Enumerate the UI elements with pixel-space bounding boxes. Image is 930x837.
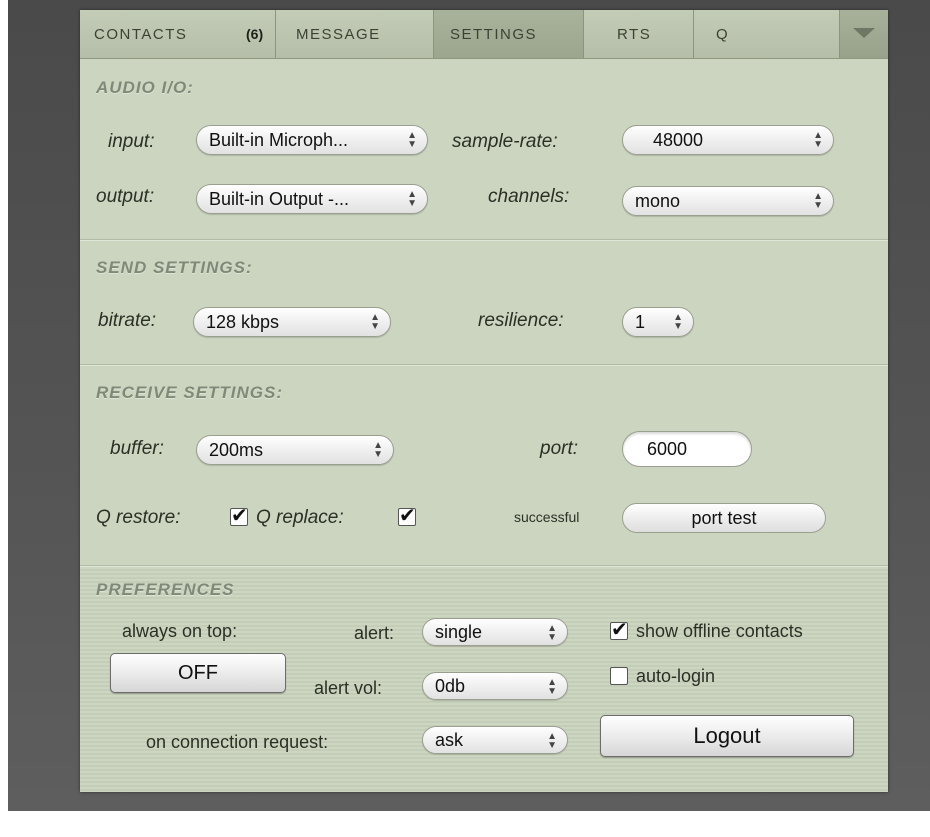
preferences-title: PREFERENCES — [96, 580, 235, 599]
auto-login-checkbox[interactable] — [610, 667, 628, 685]
tab-bar: CONTACTS (6) MESSAGE SETTINGS RTS Q — [80, 10, 888, 59]
settings-panel: CONTACTS (6) MESSAGE SETTINGS RTS Q AUDI… — [80, 10, 888, 792]
resilience-label: resilience: — [478, 310, 564, 331]
select-arrows-icon: ▲ ▼ — [547, 623, 557, 643]
channels-label: channels: — [488, 186, 570, 207]
tab-contacts-label: CONTACTS — [94, 25, 188, 43]
tab-q-label: Q — [716, 25, 730, 43]
tab-message[interactable]: MESSAGE — [276, 10, 434, 58]
select-arrows-icon: ▲ ▼ — [373, 440, 383, 460]
tab-settings-label: SETTINGS — [450, 25, 538, 43]
q-replace-label: Q replace: — [256, 507, 344, 528]
output-label: output: — [96, 186, 155, 207]
send-settings-title: SEND SETTINGS: — [96, 258, 253, 277]
port-test-button[interactable]: port test — [622, 503, 826, 533]
buffer-label: buffer: — [110, 438, 164, 459]
buffer-select[interactable]: 200ms ▲ ▼ — [196, 435, 394, 465]
buffer-value: 200ms — [209, 439, 264, 460]
select-arrows-icon: ▲ ▼ — [370, 312, 380, 332]
resilience-select[interactable]: 1 ▲ ▼ — [622, 307, 694, 337]
chevron-down-icon — [853, 28, 875, 38]
show-offline-checkbox[interactable] — [610, 617, 628, 642]
select-arrows-icon: ▲ ▼ — [813, 130, 823, 150]
tab-rts-label: RTS — [617, 25, 652, 43]
connection-request-select[interactable]: ask ▲ ▼ — [422, 726, 568, 754]
show-offline-label: show offline contacts — [636, 621, 803, 641]
channels-value: mono — [635, 190, 681, 211]
output-select-value: Built-in Output -... — [209, 188, 350, 209]
connection-request-value: ask — [435, 729, 464, 750]
contacts-count-badge: (6) — [246, 26, 264, 42]
q-replace-checkbox[interactable] — [398, 503, 416, 528]
input-select[interactable]: Built-in Microph... ▲ ▼ — [196, 125, 428, 155]
tab-contacts[interactable]: CONTACTS (6) — [80, 10, 276, 58]
receive-settings-title: RECEIVE SETTINGS: — [96, 383, 284, 402]
channels-select[interactable]: mono ▲ ▼ — [622, 186, 834, 216]
alert-label: alert: — [354, 623, 395, 643]
tab-message-label: MESSAGE — [296, 25, 381, 43]
port-label: port: — [540, 438, 579, 459]
tab-overflow-button[interactable] — [839, 10, 888, 58]
always-on-top-button[interactable]: OFF — [110, 653, 286, 693]
divider — [80, 364, 888, 366]
select-arrows-icon: ▲ ▼ — [407, 189, 417, 209]
alert-vol-value: 0db — [435, 675, 466, 696]
select-arrows-icon: ▲ ▼ — [547, 677, 557, 697]
sample-rate-label: sample-rate: — [452, 131, 558, 152]
audio-io-title: AUDIO I/O: — [96, 78, 194, 97]
bitrate-select[interactable]: 128 kbps ▲ ▼ — [193, 307, 391, 337]
output-select[interactable]: Built-in Output -... ▲ ▼ — [196, 184, 428, 214]
auto-login-label: auto-login — [636, 666, 716, 686]
select-arrows-icon: ▲ ▼ — [813, 191, 823, 211]
logout-button[interactable]: Logout — [600, 715, 854, 757]
divider — [80, 565, 888, 567]
always-on-top-label: always on top: — [122, 621, 238, 641]
port-input[interactable]: 6000 — [622, 431, 752, 467]
port-value: 6000 — [647, 438, 688, 459]
bitrate-label: bitrate: — [98, 310, 157, 331]
select-arrows-icon: ▲ ▼ — [673, 312, 683, 332]
tab-q[interactable]: Q — [694, 10, 840, 58]
alert-vol-label: alert vol: — [314, 678, 383, 698]
sample-rate-select[interactable]: 48000 ▲ ▼ — [622, 125, 834, 155]
alert-value: single — [435, 621, 483, 642]
tab-rts[interactable]: RTS — [584, 10, 694, 58]
select-arrows-icon: ▲ ▼ — [407, 130, 417, 150]
q-restore-label: Q restore: — [96, 507, 181, 528]
port-test-status: successful — [514, 509, 580, 525]
q-restore-checkbox[interactable] — [230, 503, 248, 528]
input-select-value: Built-in Microph... — [209, 129, 349, 150]
resilience-value: 1 — [635, 311, 646, 332]
input-label: input: — [108, 131, 155, 152]
sample-rate-value: 48000 — [653, 129, 704, 150]
alert-select[interactable]: single ▲ ▼ — [422, 618, 568, 646]
select-arrows-icon: ▲ ▼ — [547, 731, 557, 751]
alert-vol-select[interactable]: 0db ▲ ▼ — [422, 672, 568, 700]
tab-settings[interactable]: SETTINGS — [434, 10, 584, 58]
connection-request-label: on connection request: — [146, 732, 329, 752]
bitrate-value: 128 kbps — [206, 311, 280, 332]
divider — [80, 239, 888, 241]
